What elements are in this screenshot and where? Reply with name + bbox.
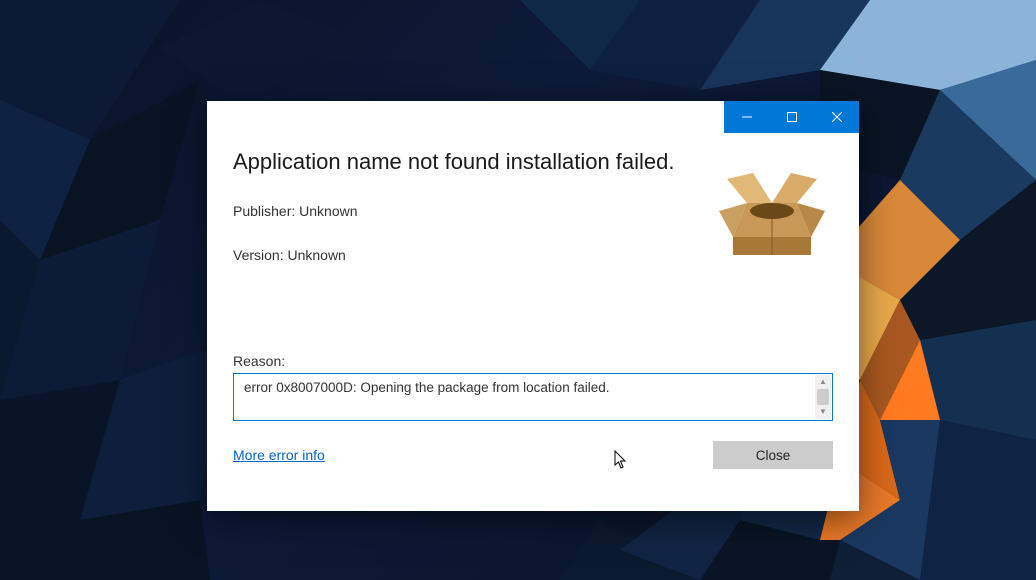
dialog-content: Application name not found installation … (233, 149, 833, 493)
reason-label: Reason: (233, 353, 833, 369)
scroll-thumb[interactable] (817, 389, 829, 405)
more-error-info-link[interactable]: More error info (233, 447, 325, 463)
maximize-icon (787, 112, 797, 122)
package-icon (717, 159, 827, 264)
dialog-footer: More error info Close (233, 441, 833, 469)
close-icon (832, 112, 842, 122)
titlebar (724, 101, 859, 133)
scrollbar[interactable]: ▲ ▼ (815, 375, 831, 419)
close-window-button[interactable] (814, 101, 859, 133)
scroll-down-icon: ▼ (819, 405, 827, 419)
minimize-button[interactable] (724, 101, 769, 133)
minimize-icon (742, 112, 752, 122)
installer-dialog: Application name not found installation … (207, 101, 859, 511)
reason-textbox[interactable]: error 0x8007000D: Opening the package fr… (233, 373, 833, 421)
maximize-button[interactable] (769, 101, 814, 133)
close-button[interactable]: Close (713, 441, 833, 469)
scroll-up-icon: ▲ (819, 375, 827, 389)
reason-text: error 0x8007000D: Opening the package fr… (244, 380, 609, 395)
